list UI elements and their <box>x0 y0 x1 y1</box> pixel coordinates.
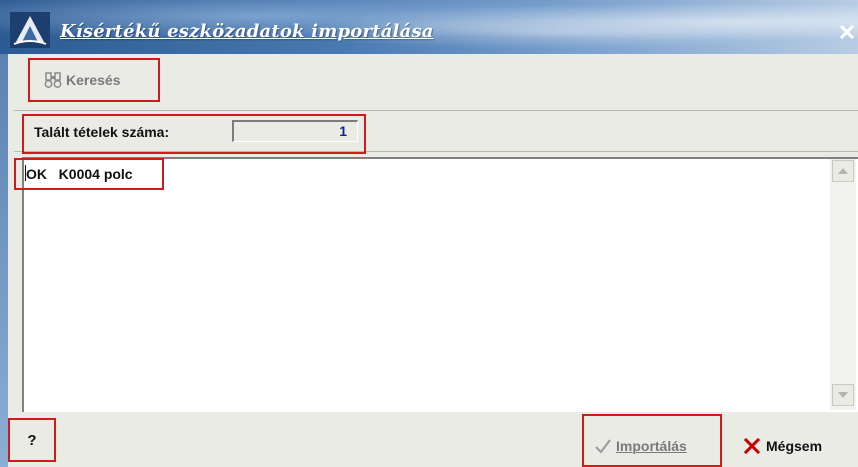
window-title: Kísértékű eszközadatok importálása <box>60 21 434 42</box>
results-list[interactable] <box>22 157 858 412</box>
import-button[interactable]: Importálás <box>594 432 714 460</box>
window-left-edge <box>0 54 8 467</box>
import-dialog: Kísértékű eszközadatok importálása ✕ Ker… <box>0 0 858 467</box>
close-button[interactable]: ✕ <box>836 22 858 46</box>
triangle-up-icon <box>838 168 848 174</box>
import-button-label: Importálás <box>616 438 687 454</box>
cancel-button[interactable]: Mégsem <box>744 432 854 460</box>
title-bar[interactable]: Kísértékű eszközadatok importálása ✕ <box>0 0 858 54</box>
result-count-value: 1 <box>232 120 358 142</box>
scroll-down-button[interactable] <box>832 384 854 406</box>
search-button[interactable]: Keresés <box>34 64 154 96</box>
checkmark-icon <box>595 439 611 454</box>
cancel-button-label: Mégsem <box>766 438 823 454</box>
vertical-scrollbar[interactable] <box>830 159 856 410</box>
x-icon <box>744 438 760 454</box>
help-button[interactable]: ? <box>14 424 50 456</box>
result-count-label: Talált tételek száma: <box>34 124 170 140</box>
list-item[interactable]: OK K0004 polc <box>26 166 133 182</box>
app-logo-icon <box>10 12 50 48</box>
triangle-down-icon <box>838 392 848 398</box>
scroll-up-button[interactable] <box>832 160 854 182</box>
search-button-label: Keresés <box>66 72 121 88</box>
binoculars-icon <box>44 72 62 88</box>
